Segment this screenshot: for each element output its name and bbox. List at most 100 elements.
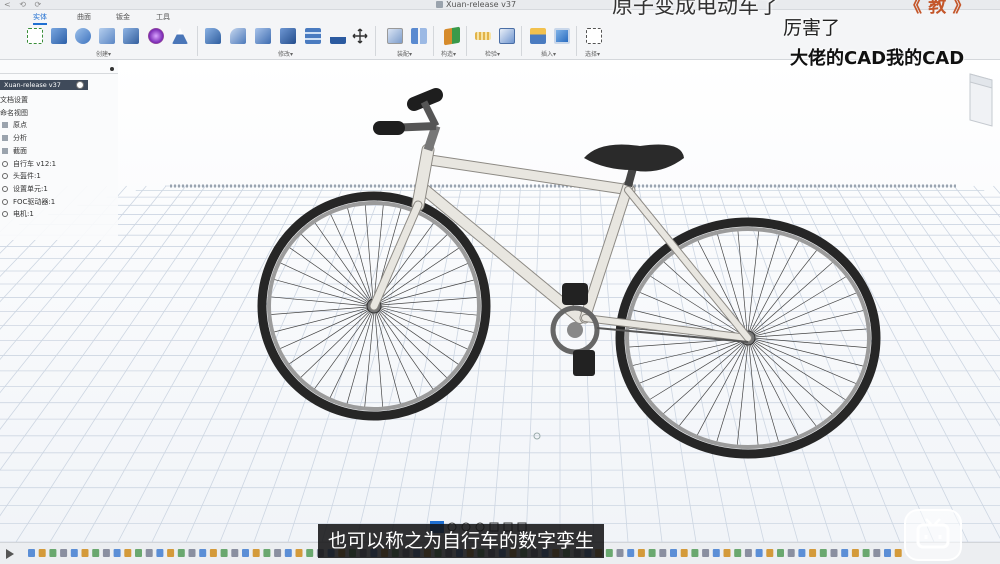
- extrude-icon[interactable]: [51, 28, 67, 44]
- timeline-feature-icon: [231, 549, 239, 557]
- timeline-feature-icon: [274, 549, 282, 557]
- viewport-canvas: [0, 60, 1000, 543]
- browser-item[interactable]: 自行车 v12:1: [0, 158, 110, 170]
- group-assemble-label[interactable]: 装配▾: [397, 49, 412, 58]
- component-icon: [2, 198, 8, 205]
- folder-icon: [2, 122, 8, 129]
- insert-canvas-icon[interactable]: [554, 28, 570, 44]
- revolve-icon[interactable]: [75, 28, 91, 44]
- timeline-feature-icon: [124, 549, 132, 557]
- danmaku-badge: 《 教 》: [904, 0, 971, 17]
- tab-tools[interactable]: 工具: [156, 12, 170, 22]
- timeline-feature-icon: [819, 549, 827, 557]
- measure-icon[interactable]: [475, 32, 491, 40]
- timeline-feature-icon: [744, 549, 752, 557]
- group-select-label[interactable]: 选择▾: [585, 49, 600, 58]
- timeline-feature-icon: [787, 549, 795, 557]
- panel-pin-icon[interactable]: [110, 67, 114, 71]
- timeline-feature-icon: [28, 549, 35, 557]
- browser-search-bar[interactable]: [0, 64, 118, 74]
- tab-surface[interactable]: 曲面: [77, 12, 91, 22]
- group-modify-label[interactable]: 修改▾: [278, 49, 293, 58]
- component-icon: [2, 211, 8, 218]
- timeline-feature-icon: [81, 549, 89, 557]
- timeline-feature-icon: [284, 549, 292, 557]
- ribbon-divider: [375, 26, 376, 56]
- chamfer-icon[interactable]: [255, 28, 271, 44]
- browser-item[interactable]: 命名视图: [0, 107, 110, 119]
- quick-access-toolbar[interactable]: < ⟲ ⟳: [4, 0, 44, 10]
- title-bar: < ⟲ ⟳ Xuan-release v37: [0, 0, 1000, 10]
- form-icon[interactable]: [148, 28, 164, 44]
- joint-icon[interactable]: [411, 28, 427, 44]
- browser-item[interactable]: 分析: [0, 132, 110, 144]
- group-inspect-label[interactable]: 检验▾: [485, 49, 500, 58]
- view-cube[interactable]: [966, 70, 996, 130]
- 3d-viewport[interactable]: [0, 60, 1000, 543]
- timeline-feature-icon: [199, 549, 207, 557]
- browser-item[interactable]: 设置单元:1: [0, 183, 110, 195]
- timeline-feature-icon: [145, 549, 153, 557]
- press-pull-icon[interactable]: [205, 28, 221, 44]
- select-icon[interactable]: [586, 28, 602, 44]
- timeline-feature-icon: [263, 549, 271, 557]
- timeline-feature-icon: [755, 549, 763, 557]
- timeline-feature-icon: [680, 549, 688, 557]
- rib-icon[interactable]: [172, 28, 188, 44]
- tab-solid[interactable]: 实体: [33, 12, 47, 25]
- timeline-feature-icon: [306, 549, 314, 557]
- group-create-label[interactable]: 创建▾: [96, 49, 111, 58]
- folder-icon: [2, 147, 8, 154]
- danmaku-comment: 大佬的CAD我的CAD: [790, 48, 965, 69]
- folder-icon: [2, 135, 8, 142]
- group-insert-label[interactable]: 插入▾: [541, 49, 556, 58]
- timeline-feature-icon: [830, 549, 838, 557]
- video-subtitle: 也可以称之为自行车的数字孪生: [318, 524, 605, 558]
- browser-item[interactable]: FOC驱动器:1: [0, 196, 110, 208]
- timeline-feature-icon: [884, 549, 891, 557]
- loft-icon[interactable]: [123, 28, 139, 44]
- insert-derive-icon[interactable]: [530, 28, 546, 44]
- browser-item-label: 电机:1: [13, 210, 34, 219]
- browser-root-node[interactable]: Xuan-release v37: [0, 80, 88, 90]
- component-icon: [2, 185, 8, 192]
- group-construct-label[interactable]: 构造▾: [441, 49, 456, 58]
- sweep-icon[interactable]: [99, 28, 115, 44]
- visibility-eye-icon[interactable]: [76, 81, 84, 89]
- timeline-feature-icon: [702, 549, 710, 557]
- fillet-icon[interactable]: [230, 28, 246, 44]
- timeline-feature-icon: [70, 549, 78, 557]
- timeline-feature-icon: [809, 549, 817, 557]
- ribbon-divider: [576, 26, 577, 56]
- browser-item[interactable]: 原点: [0, 119, 110, 131]
- ribbon-divider: [521, 26, 522, 56]
- align-icon[interactable]: [330, 28, 346, 44]
- shell-icon[interactable]: [280, 28, 296, 44]
- timeline-feature-icon: [670, 549, 677, 557]
- browser-item-label: 命名视图: [0, 108, 28, 117]
- interference-icon[interactable]: [499, 28, 515, 44]
- offset-plane-icon[interactable]: [444, 26, 460, 46]
- timeline-feature-icon: [60, 549, 68, 557]
- new-component-icon[interactable]: [387, 28, 403, 44]
- split-body-icon[interactable]: [305, 28, 321, 44]
- timeline-feature-icon: [627, 549, 635, 557]
- browser-item-label: 分析: [13, 134, 27, 143]
- ribbon-divider: [433, 26, 434, 56]
- browser-item[interactable]: 截面: [0, 145, 110, 157]
- browser-item[interactable]: 文档设置: [0, 94, 110, 106]
- timeline-feature-icon: [798, 549, 806, 557]
- ribbon-divider: [197, 26, 198, 56]
- timeline-feature-icon: [862, 549, 870, 557]
- timeline-feature-icon: [177, 549, 185, 557]
- timeline-feature-icon: [49, 549, 57, 557]
- danmaku-comment: 原子变成电动车了: [612, 0, 780, 18]
- move-icon[interactable]: [352, 28, 368, 44]
- tab-sheet-metal[interactable]: 钣金: [116, 12, 130, 22]
- browser-item[interactable]: 电机:1: [0, 208, 110, 220]
- timeline-feature-icon: [113, 549, 121, 557]
- timeline-feature-icon: [209, 549, 217, 557]
- new-sketch-icon[interactable]: [27, 28, 43, 44]
- browser-item[interactable]: 头盔件:1: [0, 170, 110, 182]
- timeline-feature-icon: [894, 549, 902, 557]
